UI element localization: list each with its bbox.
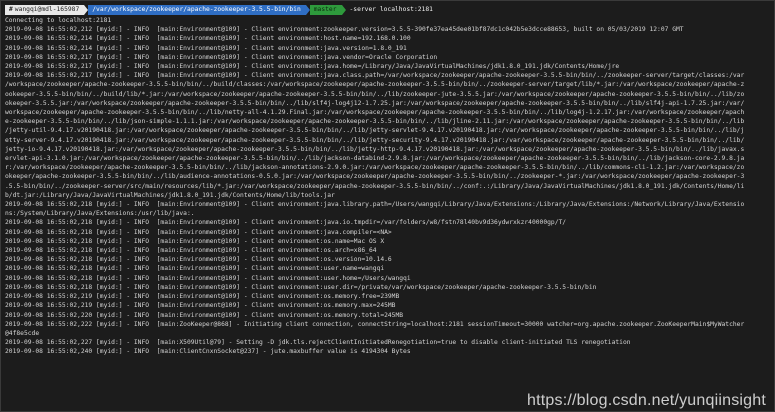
prompt-user-host: wangqi@mdl-165987 — [14, 5, 80, 13]
log-line: b/dt.jar:/Library/Java/JavaVirtualMachin… — [5, 191, 335, 199]
log-line: e-zookeeper-3.5.5-bin/bin/../lib/json-si… — [5, 118, 745, 126]
log-line: ookeeper-3.5.5-bin/bin/../build/lib/*.ja… — [5, 90, 745, 98]
log-line: 2019-09-08 16:55:02,219 [myid:] - INFO [… — [5, 293, 400, 301]
prompt-user-segment: # wangqi@mdl-165987 — [5, 4, 89, 15]
command-text: -server localhost:2181 — [349, 5, 433, 13]
log-line: @4f8e5cde — [5, 329, 40, 337]
log-line: 2019-09-08 16:55:02,217 [myid:] - INFO [… — [5, 63, 620, 71]
hash-icon: # — [9, 5, 13, 13]
log-line: workspace/zookeeper/apache-zookeeper-3.5… — [5, 109, 745, 117]
log-line: 2019-09-08 16:55:02,219 [myid:] - INFO [… — [5, 302, 396, 310]
log-line: 2019-09-08 16:55:02,220 [myid:] - INFO [… — [5, 311, 404, 319]
log-line: /workspace/zookeeper/apache-zookeeper-3.… — [5, 81, 745, 89]
watermark-text: https://blog.csdn.net/yunqiinsight — [527, 391, 766, 409]
log-line: 2019-09-08 16:55:02,240 [myid:] - INFO [… — [5, 348, 411, 356]
log-line: 2019-09-08 16:55:02,218 [myid:] - INFO [… — [5, 256, 392, 264]
prompt-path-segment: /var/workspace/zookeeper/apache-zookeepe… — [88, 4, 310, 15]
log-line: okeeper/apache-zookeeper-3.5.5-bin/bin/.… — [5, 173, 745, 181]
log-line: r:/var/workspace/zookeeper/apache-zookee… — [5, 164, 745, 172]
log-line: 2019-09-08 16:55:02,217 [myid:] - INFO [… — [5, 53, 438, 61]
log-line: ervlet-api-3.1.0.jar:/var/workspace/zook… — [5, 155, 745, 163]
log-line: 2019-09-08 16:55:02,214 [myid:] - INFO [… — [5, 44, 407, 52]
log-line: 2019-09-08 16:55:02,217 [myid:] - INFO [… — [5, 72, 745, 80]
log-line: okeeper-3.5.5.jar:/var/workspace/zookeep… — [5, 99, 745, 107]
log-line: 2019-09-08 16:55:02,218 [myid:] - INFO [… — [5, 265, 385, 273]
log-line: jetty-io-9.4.17.v20190418.jar:/var/works… — [5, 145, 745, 153]
log-line: 2019-09-08 16:55:02,218 [myid:] - INFO [… — [5, 228, 392, 236]
log-line: 2019-09-08 16:55:02,227 [myid:] - INFO [… — [5, 339, 631, 347]
log-line: /jetty-util-9.4.17.v20190418.jar:/var/wo… — [5, 127, 745, 135]
log-line: 2019-09-08 16:55:02,218 [myid:] - INFO [… — [5, 247, 377, 255]
log-line: 2019-09-08 16:55:02,222 [myid:] - INFO [… — [5, 320, 745, 328]
log-line: .5.5-bin/bin/../zookeeper-server/src/mai… — [5, 182, 745, 190]
log-line: 2019-09-08 16:55:02,212 [myid:] - INFO [… — [5, 26, 684, 34]
log-line: 2019-09-08 16:55:02,218 [myid:] - INFO [… — [5, 219, 567, 227]
log-line: 2019-09-08 16:55:02,218 [myid:] - INFO [… — [5, 201, 745, 209]
log-line: 2019-09-08 16:55:02,214 [myid:] - INFO [… — [5, 35, 411, 43]
prompt-git-branch: master — [309, 4, 346, 15]
log-line: 2019-09-08 16:55:02,218 [myid:] - INFO [… — [5, 283, 597, 291]
log-line: Connecting to localhost:2181 — [5, 17, 112, 24]
log-line: 2019-09-08 16:55:02,218 [myid:] - INFO [… — [5, 237, 385, 245]
terminal-window[interactable]: # wangqi@mdl-165987 /var/workspace/zookee… — [0, 0, 775, 412]
log-line: etty-server-9.4.17.v20190418.jar:/var/wo… — [5, 136, 745, 144]
shell-prompt: # wangqi@mdl-165987 /var/workspace/zookee… — [5, 4, 770, 15]
log-output[interactable]: Connecting to localhost:2181 2019-09-08 1… — [5, 16, 770, 357]
log-line: 2019-09-08 16:55:02,218 [myid:] - INFO [… — [5, 274, 411, 282]
log-line: ns:/System/Library/Java/Extensions:/usr/… — [5, 210, 195, 218]
